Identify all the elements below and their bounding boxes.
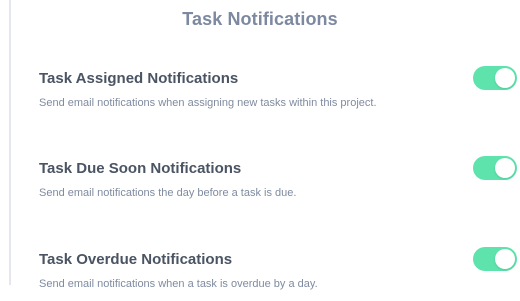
setting-task-due-soon: Task Due Soon Notifications Send email n… bbox=[39, 156, 517, 210]
task-overdue-toggle[interactable] bbox=[473, 247, 517, 271]
task-due-soon-toggle[interactable] bbox=[473, 156, 517, 180]
page-title: Task Notifications bbox=[182, 9, 338, 29]
left-border bbox=[9, 0, 11, 285]
setting-title: Task Overdue Notifications bbox=[39, 251, 233, 268]
setting-task-overdue: Task Overdue Notifications Send email no… bbox=[39, 247, 517, 301]
setting-title: Task Assigned Notifications bbox=[39, 70, 239, 87]
setting-description: Send email notifications the day before … bbox=[39, 187, 297, 199]
toggle-knob bbox=[495, 68, 515, 88]
setting-task-assigned: Task Assigned Notifications Send email n… bbox=[39, 66, 517, 120]
toggle-knob bbox=[495, 158, 515, 178]
setting-description: Send email notifications when assigning … bbox=[39, 97, 377, 109]
toggle-knob bbox=[495, 249, 515, 269]
setting-title: Task Due Soon Notifications bbox=[39, 160, 242, 177]
setting-description: Send email notifications when a task is … bbox=[39, 278, 318, 290]
task-assigned-toggle[interactable] bbox=[473, 66, 517, 90]
